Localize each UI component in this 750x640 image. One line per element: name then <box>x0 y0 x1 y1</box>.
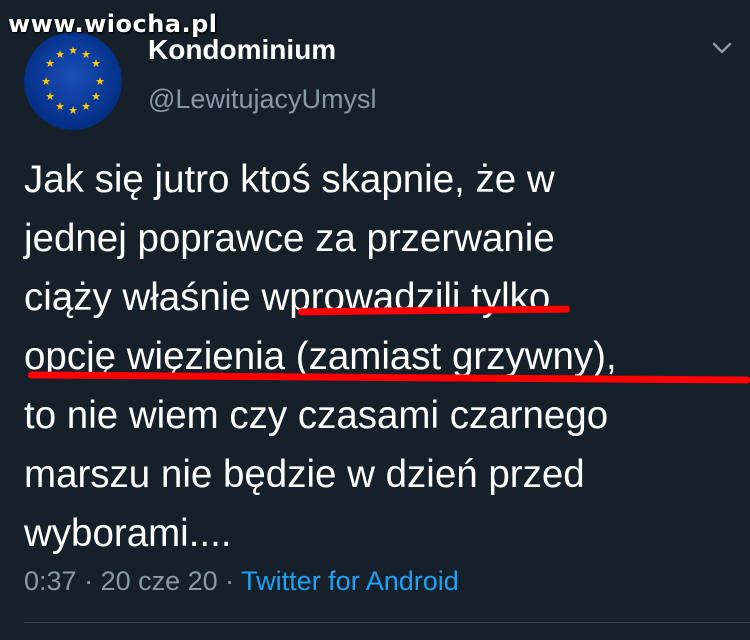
tweet-line: marszu nie będzie w dzień przed <box>24 453 585 496</box>
user-handle[interactable]: @LewitujacyUmysl <box>148 84 376 115</box>
tweet-time[interactable]: 0:37 <box>24 566 77 596</box>
profile-avatar[interactable]: ★ ★ ★ ★ ★ ★ ★ ★ ★ ★ ★ ★ <box>24 32 122 130</box>
tweet-line: jednej poprawce za przerwanie <box>24 217 555 260</box>
display-name[interactable]: Kondominium <box>148 34 336 66</box>
divider <box>24 622 750 623</box>
tweet-body: Jak się jutro ktoś skapnie, że w jednej … <box>24 150 749 563</box>
tweet-line: wyborami.... <box>24 512 232 555</box>
tweet-source-link[interactable]: Twitter for Android <box>241 566 459 596</box>
tweet-metadata: 0:37 · 20 cze 20 · Twitter for Android <box>24 566 459 597</box>
svg-text:★: ★ <box>91 57 101 70</box>
tweet-line: Jak się jutro ktoś skapnie, że w <box>24 158 555 201</box>
svg-text:★: ★ <box>81 48 91 61</box>
tweet-line: ciąży właśnie wprowadzili tylko <box>24 276 551 319</box>
svg-text:★: ★ <box>91 90 101 103</box>
svg-text:★: ★ <box>95 75 105 88</box>
tweet-line: to nie wiem czy czasami czarnego <box>24 394 609 437</box>
svg-text:★: ★ <box>45 57 55 70</box>
site-watermark: www.wiocha.pl <box>8 10 218 38</box>
eu-flag-icon: ★ ★ ★ ★ ★ ★ ★ ★ ★ ★ ★ ★ <box>24 32 122 130</box>
tweet-date[interactable]: 20 cze 20 <box>101 566 218 596</box>
svg-text:★: ★ <box>81 100 91 113</box>
chevron-down-icon[interactable] <box>710 40 734 56</box>
svg-text:★: ★ <box>45 90 55 103</box>
svg-text:★: ★ <box>55 100 65 113</box>
svg-text:★: ★ <box>55 48 65 61</box>
separator: · <box>217 566 242 596</box>
svg-text:★: ★ <box>41 75 51 88</box>
separator: · <box>76 566 101 596</box>
svg-text:★: ★ <box>68 44 78 57</box>
svg-text:★: ★ <box>68 104 78 117</box>
